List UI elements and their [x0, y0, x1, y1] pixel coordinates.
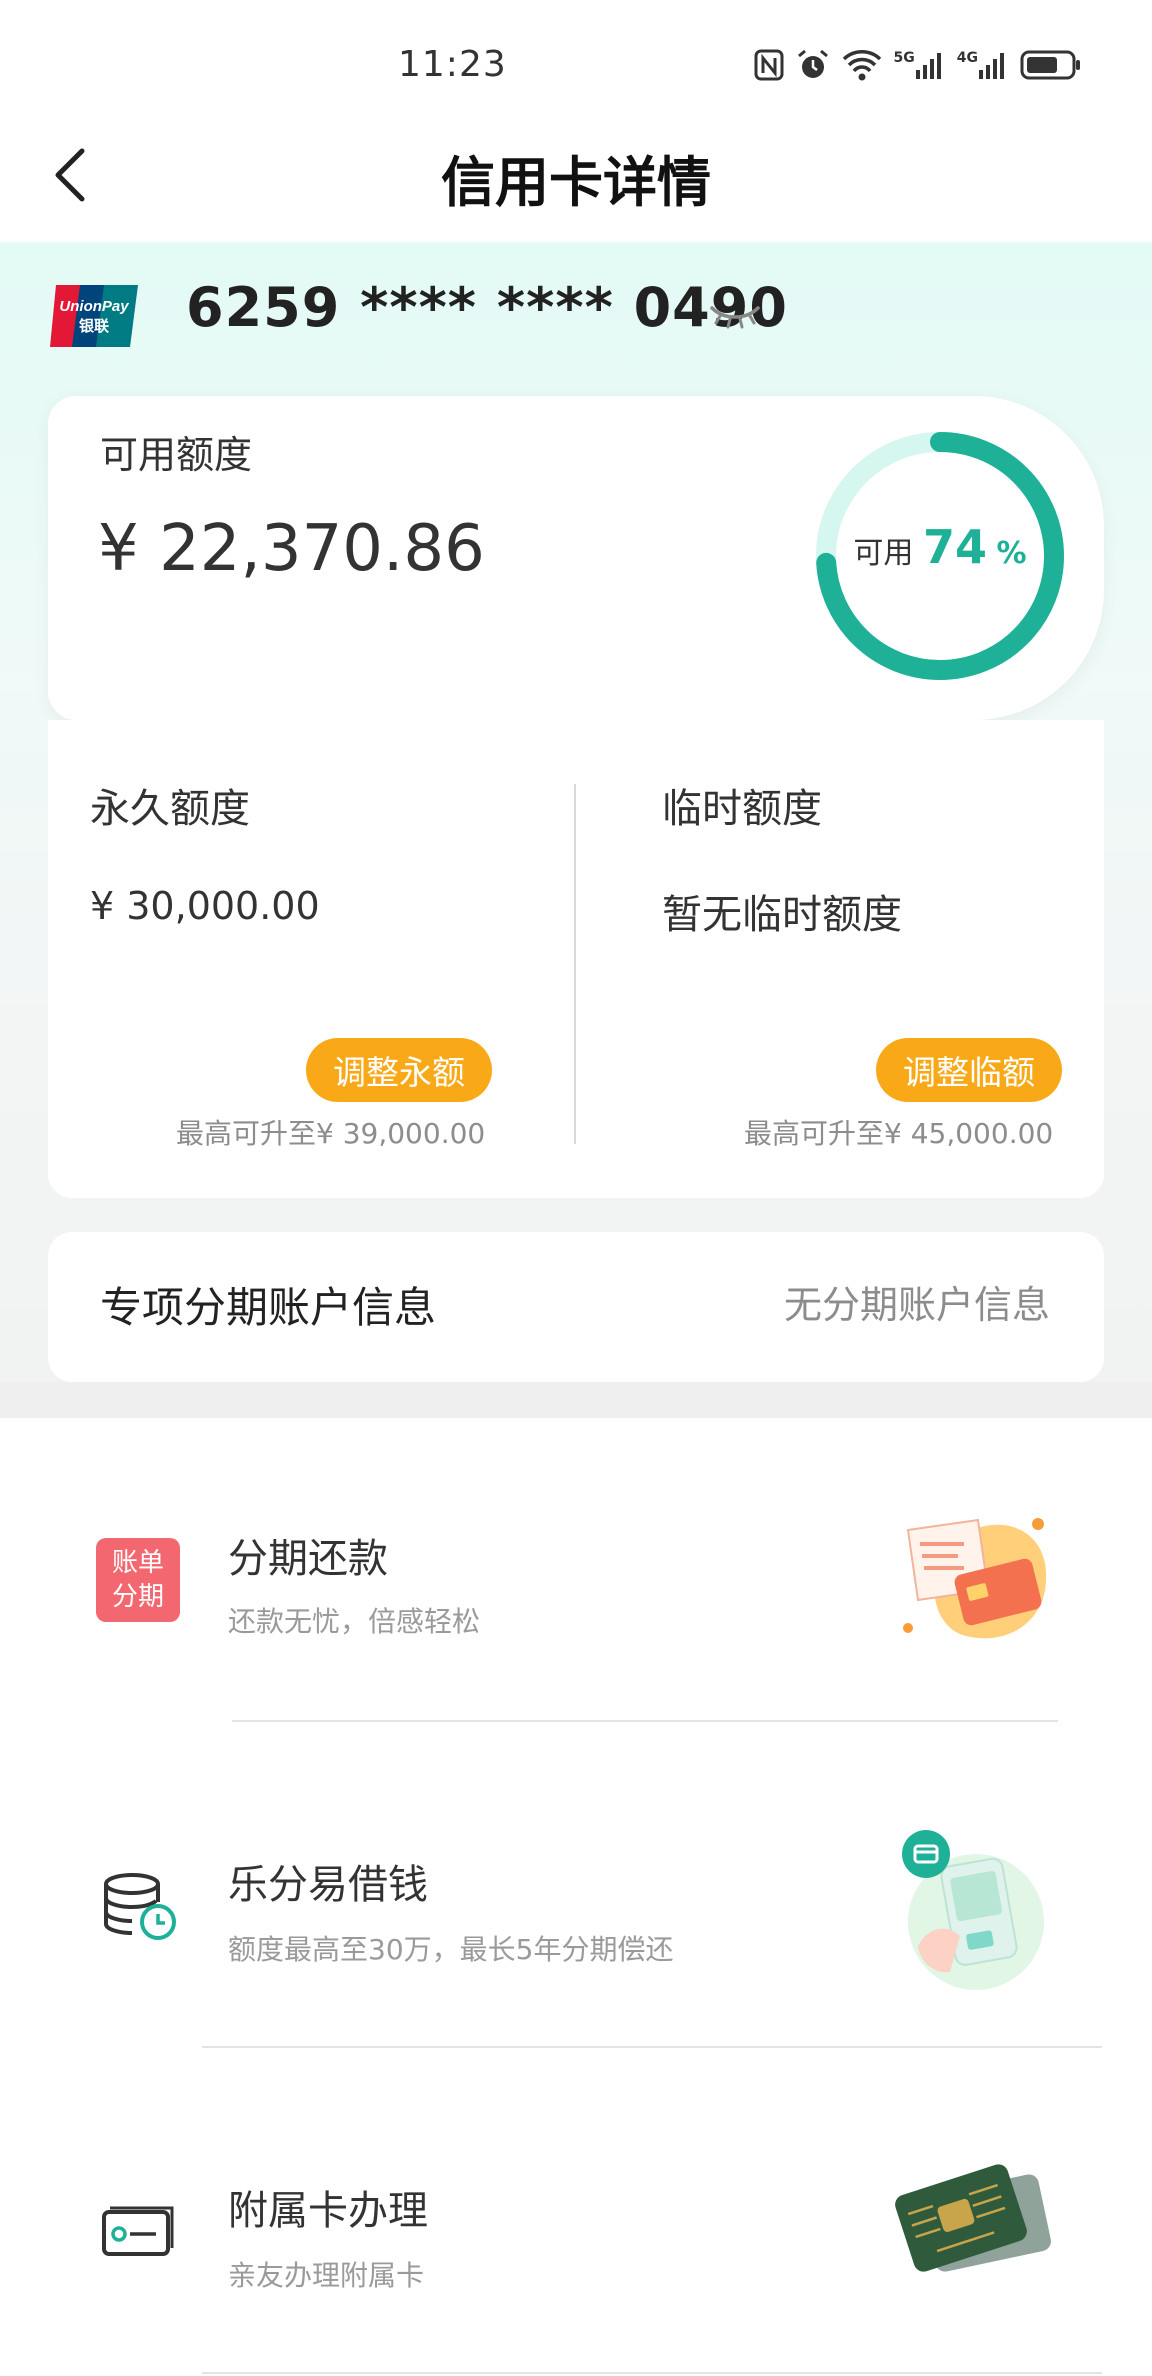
service-subtitle: 还款无忧，倍感轻松: [228, 1605, 481, 1638]
wifi-icon: [842, 49, 882, 81]
temporary-limit-label: 临时额度: [662, 786, 822, 832]
svg-text:UnionPay: UnionPay: [59, 298, 129, 315]
service-title: 分期还款: [228, 1536, 388, 1582]
card-number: 6259 **** **** 0490: [186, 276, 788, 339]
ring-percent: 74: [922, 520, 987, 574]
available-credit-amount: ¥ 22,370.86: [98, 512, 485, 586]
installment-account-value: 无分期账户信息: [783, 1283, 1050, 1327]
5g-signal-icon: 5G: [894, 50, 945, 80]
adjust-permanent-button[interactable]: 调整永额: [306, 1038, 492, 1102]
service-subtitle: 额度最高至30万，最长5年分期偿还: [228, 1933, 674, 1966]
4g-signal-icon: 4G: [957, 50, 1008, 80]
phone-hand-illustration: [898, 1826, 1048, 1992]
status-icons: 5G 4G: [754, 48, 1082, 82]
ring-label-group: 可用 74 %: [812, 520, 1068, 574]
page-title: 信用卡详情: [441, 151, 711, 214]
4g-label: 4G: [956, 50, 978, 66]
status-time: 11:23: [398, 44, 507, 85]
bill-card-illustration: [888, 1508, 1058, 1648]
installment-account-label: 专项分期账户信息: [100, 1283, 437, 1332]
available-credit-label: 可用额度: [100, 433, 253, 477]
adjust-temporary-button[interactable]: 调整临额: [876, 1038, 1062, 1102]
temporary-limit-amount: 暂无临时额度: [662, 892, 902, 938]
limits-divider: [574, 784, 576, 1144]
ring-percent-sign: %: [996, 536, 1027, 571]
battery-icon: [1020, 49, 1082, 81]
eye-closed-icon[interactable]: [708, 298, 762, 338]
nfc-icon: [754, 49, 784, 81]
service-title: 乐分易借钱: [228, 1862, 428, 1908]
service-title: 附属卡办理: [228, 2188, 428, 2234]
bill-icon-line2: 分期: [111, 1582, 164, 1612]
green-cards-illustration: [888, 2158, 1058, 2288]
5g-label: 5G: [893, 50, 915, 66]
permanent-limit-label: 永久额度: [90, 786, 250, 832]
bill-icon-line1: 账单: [111, 1548, 164, 1578]
coin-clock-icon: [100, 1872, 180, 1942]
unionpay-logo: UnionPay 银联: [46, 283, 142, 349]
permanent-limit-amount: ¥ 30,000.00: [90, 884, 320, 928]
list-divider: [202, 2372, 1102, 2374]
section-separator: [0, 1382, 1152, 1418]
svg-text:银联: 银联: [79, 317, 110, 335]
permanent-max-note: 最高可升至¥ 39,000.00: [176, 1117, 486, 1150]
card-outline-icon: [100, 2204, 176, 2260]
alarm-icon: [796, 48, 830, 82]
list-divider: [202, 2046, 1102, 2048]
ring-label: 可用: [853, 536, 914, 571]
list-divider: [232, 1720, 1058, 1722]
bill-installment-icon: 账单 分期: [96, 1538, 180, 1622]
service-subtitle: 亲友办理附属卡: [228, 2259, 425, 2292]
temporary-max-note: 最高可升至¥ 45,000.00: [744, 1117, 1054, 1150]
